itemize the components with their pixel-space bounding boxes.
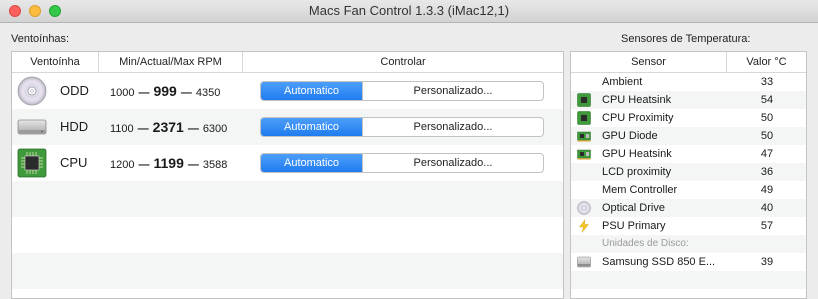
sensor-value: 40 xyxy=(760,202,774,214)
fans-table-header: Ventoínha Min/Actual/Max RPM Controlar xyxy=(12,52,563,73)
empty-row xyxy=(12,253,563,289)
sensor-name: Ambient xyxy=(602,76,643,88)
sensor-value: 50 xyxy=(760,112,774,124)
sensor-name: GPU Diode xyxy=(602,130,658,142)
gpu-card-icon xyxy=(577,131,591,142)
disk-subheading: Unidades de Disco: xyxy=(602,238,689,249)
sensor-value: 33 xyxy=(760,76,774,88)
custom-mode-button[interactable]: Personalizado... xyxy=(362,118,543,136)
fan-row-cpu[interactable]: CPU 1200—1199—3588 Automatico Personaliz… xyxy=(12,145,563,181)
fan-row-odd[interactable]: ODD 1000—999—4350 Automatico Personaliza… xyxy=(12,73,563,109)
control-mode-segmented: Automatico Personalizado... xyxy=(260,117,544,137)
sensor-row[interactable]: LCD proximity 36 xyxy=(571,163,806,181)
fan-rpm: 1000—999—4350 xyxy=(110,83,221,99)
sensor-row[interactable]: Samsung SSD 850 E... 39 xyxy=(571,253,806,271)
control-mode-segmented: Automatico Personalizado... xyxy=(260,81,544,101)
sensor-row[interactable]: Optical Drive 40 xyxy=(571,199,806,217)
sensor-row[interactable]: Ambient 33 xyxy=(571,73,806,91)
empty-row xyxy=(12,217,563,253)
sensors-table-header: Sensor Valor °C xyxy=(571,52,806,73)
disk-subheading-row: Unidades de Disco: xyxy=(571,235,806,253)
sensor-name: Mem Controller xyxy=(602,184,678,196)
sensor-name: PSU Primary xyxy=(602,220,666,232)
fan-current-rpm: 2371 xyxy=(152,119,184,135)
sensor-value: 39 xyxy=(760,256,774,268)
lightning-icon xyxy=(579,219,589,233)
sensors-section-label: Sensores de Temperatura: xyxy=(621,33,751,45)
sensor-value: 54 xyxy=(760,94,774,106)
fan-rpm: 1100—2371—6300 xyxy=(110,119,228,135)
sensor-value: 47 xyxy=(760,148,774,160)
sensor-row[interactable]: PSU Primary 57 xyxy=(571,217,806,235)
column-header-value[interactable]: Valor °C xyxy=(726,52,806,72)
custom-mode-button[interactable]: Personalizado... xyxy=(362,154,543,172)
fans-table: Ventoínha Min/Actual/Max RPM Controlar O… xyxy=(11,51,564,299)
close-button[interactable] xyxy=(9,5,21,17)
fan-min-rpm: 1000 xyxy=(110,87,135,99)
sensor-value: 57 xyxy=(760,220,774,232)
sensor-row[interactable]: GPU Heatsink 47 xyxy=(571,145,806,163)
disc-icon xyxy=(577,201,591,215)
automatic-mode-button[interactable]: Automatico xyxy=(261,154,362,172)
fan-rpm: 1200—1199—3588 xyxy=(110,155,228,171)
sensor-name: GPU Heatsink xyxy=(602,148,672,160)
window-title: Macs Fan Control 1.3.3 (iMac12,1) xyxy=(308,3,510,18)
sensor-name: LCD proximity xyxy=(602,166,672,178)
empty-row xyxy=(571,271,806,289)
sensor-value: 50 xyxy=(760,130,774,142)
sensor-value: 49 xyxy=(760,184,774,196)
column-header-rpm[interactable]: Min/Actual/Max RPM xyxy=(98,52,242,72)
fan-row-hdd[interactable]: HDD 1100—2371—6300 Automatico Personaliz… xyxy=(12,109,563,145)
fan-max-rpm: 4350 xyxy=(195,87,221,99)
automatic-mode-button[interactable]: Automatico xyxy=(261,118,362,136)
disc-icon xyxy=(17,76,47,106)
sensor-row[interactable]: CPU Proximity 50 xyxy=(571,109,806,127)
fan-max-rpm: 6300 xyxy=(202,123,228,135)
fan-current-rpm: 1199 xyxy=(153,155,184,171)
sensor-name: CPU Proximity xyxy=(602,112,674,124)
fan-name: HDD xyxy=(60,119,89,134)
gpu-card-icon xyxy=(577,149,591,160)
custom-mode-button[interactable]: Personalizado... xyxy=(362,82,543,100)
fan-min-rpm: 1200 xyxy=(110,159,135,171)
title-bar: Macs Fan Control 1.3.3 (iMac12,1) xyxy=(0,0,818,23)
fan-name: CPU xyxy=(60,155,88,170)
cpu-chip-icon xyxy=(577,111,591,125)
column-header-sensor[interactable]: Sensor xyxy=(571,52,726,72)
fan-current-rpm: 999 xyxy=(153,83,177,99)
control-mode-segmented: Automatico Personalizado... xyxy=(260,153,544,173)
sensor-name: CPU Heatsink xyxy=(602,94,672,106)
sensors-table: Sensor Valor °C Ambient 33 CPU Heatsink … xyxy=(570,51,807,299)
sensor-name: Optical Drive xyxy=(602,202,665,214)
zoom-button[interactable] xyxy=(49,5,61,17)
fans-section-label: Ventoínhas: xyxy=(11,33,70,45)
column-header-fan[interactable]: Ventoínha xyxy=(12,52,98,72)
minimize-button[interactable] xyxy=(29,5,41,17)
fan-min-rpm: 1100 xyxy=(110,123,134,135)
sensor-row[interactable]: Mem Controller 49 xyxy=(571,181,806,199)
sensor-name: Samsung SSD 850 E... xyxy=(602,256,716,268)
sensor-value: 36 xyxy=(760,166,774,178)
fan-max-rpm: 3588 xyxy=(202,159,228,171)
hard-drive-icon xyxy=(17,119,47,135)
column-header-control[interactable]: Controlar xyxy=(242,52,563,72)
cpu-chip-icon xyxy=(577,93,591,107)
hard-drive-icon xyxy=(577,256,591,268)
fan-name: ODD xyxy=(60,83,89,98)
sensor-row[interactable]: CPU Heatsink 54 xyxy=(571,91,806,109)
cpu-chip-icon xyxy=(17,148,47,178)
empty-row xyxy=(12,181,563,217)
sensor-row[interactable]: GPU Diode 50 xyxy=(571,127,806,145)
automatic-mode-button[interactable]: Automatico xyxy=(261,82,362,100)
